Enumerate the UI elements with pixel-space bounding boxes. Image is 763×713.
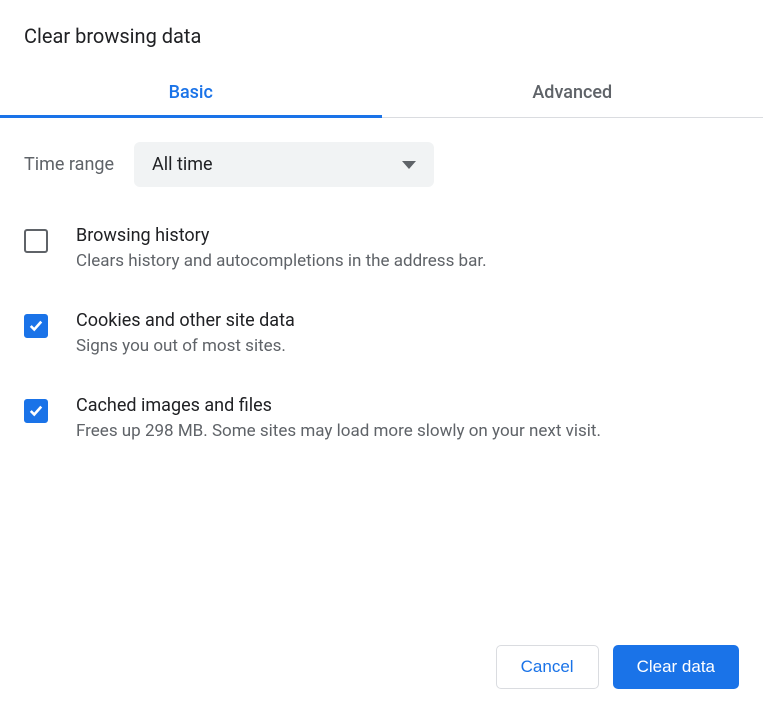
option-title: Browsing history: [76, 225, 739, 246]
checkbox-browsing-history[interactable]: [24, 229, 48, 253]
option-text: Cached images and files Frees up 298 MB.…: [76, 395, 739, 444]
time-range-select[interactable]: All time: [134, 142, 434, 187]
option-text: Cookies and other site data Signs you ou…: [76, 310, 739, 359]
caret-down-icon: [402, 161, 416, 169]
clear-data-button[interactable]: Clear data: [613, 645, 739, 689]
checkmark-icon: [29, 404, 43, 418]
option-title: Cached images and files: [76, 395, 739, 416]
option-browsing-history: Browsing history Clears history and auto…: [24, 225, 739, 274]
option-desc: Frees up 298 MB. Some sites may load mor…: [76, 420, 739, 444]
tab-basic-label: Basic: [169, 82, 213, 103]
dialog-title: Clear browsing data: [0, 24, 763, 68]
checkbox-cache[interactable]: [24, 399, 48, 423]
checkmark-icon: [29, 319, 43, 333]
option-cache: Cached images and files Frees up 298 MB.…: [24, 395, 739, 444]
time-range-row: Time range All time: [24, 142, 739, 187]
dialog-body: Time range All time Browsing history Cle…: [0, 118, 763, 443]
tab-basic[interactable]: Basic: [0, 68, 382, 117]
tab-bar: Basic Advanced: [0, 68, 763, 118]
clear-browsing-data-dialog: Clear browsing data Basic Advanced Time …: [0, 0, 763, 713]
time-range-label: Time range: [24, 154, 114, 175]
option-desc: Signs you out of most sites.: [76, 335, 739, 359]
option-text: Browsing history Clears history and auto…: [76, 225, 739, 274]
option-desc: Clears history and autocompletions in th…: [76, 250, 739, 274]
tab-advanced[interactable]: Advanced: [382, 68, 763, 117]
option-title: Cookies and other site data: [76, 310, 739, 331]
dialog-footer: Cancel Clear data: [496, 645, 739, 689]
cancel-button[interactable]: Cancel: [496, 645, 599, 689]
tab-advanced-label: Advanced: [532, 82, 612, 103]
checkbox-cookies[interactable]: [24, 314, 48, 338]
time-range-value: All time: [152, 154, 213, 175]
option-cookies: Cookies and other site data Signs you ou…: [24, 310, 739, 359]
